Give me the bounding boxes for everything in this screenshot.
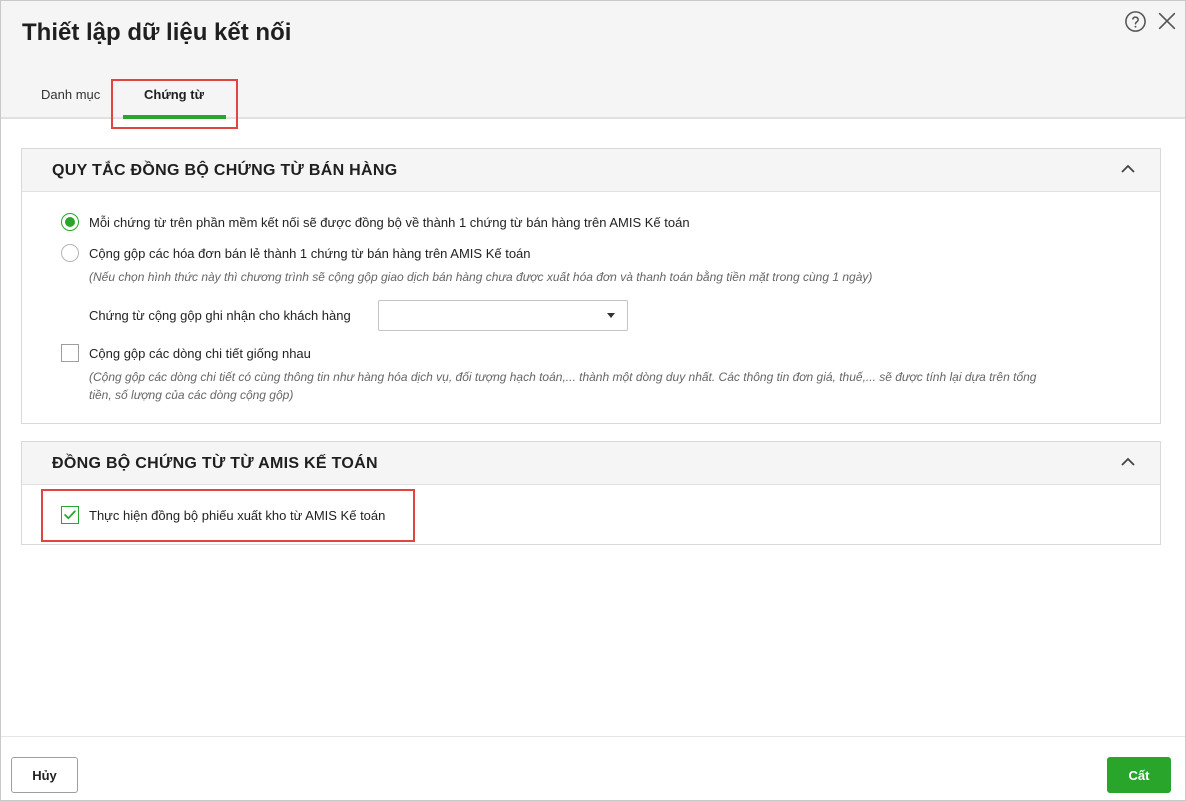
- customer-field-label: Chứng từ cộng gộp ghi nhận cho khách hàn…: [89, 308, 351, 323]
- chevron-up-icon[interactable]: [1120, 163, 1136, 175]
- merge-lines-note-2: tiền, số lượng của các dòng cộng gộp): [89, 388, 294, 402]
- footer-divider: [1, 736, 1185, 737]
- radio-merge-invoices[interactable]: [61, 244, 79, 262]
- merge-lines-checkbox[interactable]: [61, 344, 79, 362]
- save-button[interactable]: Cất: [1107, 757, 1171, 793]
- cancel-button[interactable]: Hủy: [11, 757, 78, 793]
- connection-settings-dialog: Thiết lập dữ liệu kết nối Danh mục Chứng…: [0, 0, 1186, 801]
- close-icon[interactable]: [1156, 10, 1178, 32]
- caret-down-icon: [607, 313, 615, 318]
- section-header[interactable]: QUY TẮC ĐỒNG BỘ CHỨNG TỪ BÁN HÀNG: [22, 149, 1160, 192]
- section-header[interactable]: ĐỒNG BỘ CHỨNG TỪ TỪ AMIS KẾ TOÁN: [22, 442, 1160, 485]
- radio-merge-invoices-label: Cộng gộp các hóa đơn bán lẻ thành 1 chứn…: [89, 246, 531, 261]
- checkbox-highlight-box: [41, 489, 415, 542]
- customer-select[interactable]: [378, 300, 628, 331]
- sales-sync-rules-section: QUY TẮC ĐỒNG BỘ CHỨNG TỪ BÁN HÀNG Mỗi ch…: [21, 148, 1161, 424]
- radio-single-voucher[interactable]: [61, 213, 79, 231]
- help-circle-icon[interactable]: [1124, 10, 1147, 33]
- merge-invoices-note: (Nếu chọn hình thức này thì chương trình…: [89, 270, 873, 284]
- dialog-title: Thiết lập dữ liệu kết nối: [22, 19, 292, 46]
- chevron-up-icon[interactable]: [1120, 456, 1136, 468]
- merge-lines-label: Cộng gộp các dòng chi tiết giống nhau: [89, 346, 311, 361]
- tab-highlight-box: [111, 79, 238, 129]
- merge-lines-note-1: (Cộng gộp các dòng chi tiết có cùng thôn…: [89, 370, 1037, 384]
- tab-danh-muc[interactable]: Danh mục: [41, 87, 100, 102]
- section-title: QUY TẮC ĐỒNG BỘ CHỨNG TỪ BÁN HÀNG: [52, 162, 398, 179]
- section-title: ĐỒNG BỘ CHỨNG TỪ TỪ AMIS KẾ TOÁN: [52, 455, 378, 472]
- radio-single-voucher-label: Mỗi chứng từ trên phần mềm kết nối sẽ đư…: [89, 215, 690, 230]
- dialog-header: Thiết lập dữ liệu kết nối Danh mục Chứng…: [1, 1, 1185, 129]
